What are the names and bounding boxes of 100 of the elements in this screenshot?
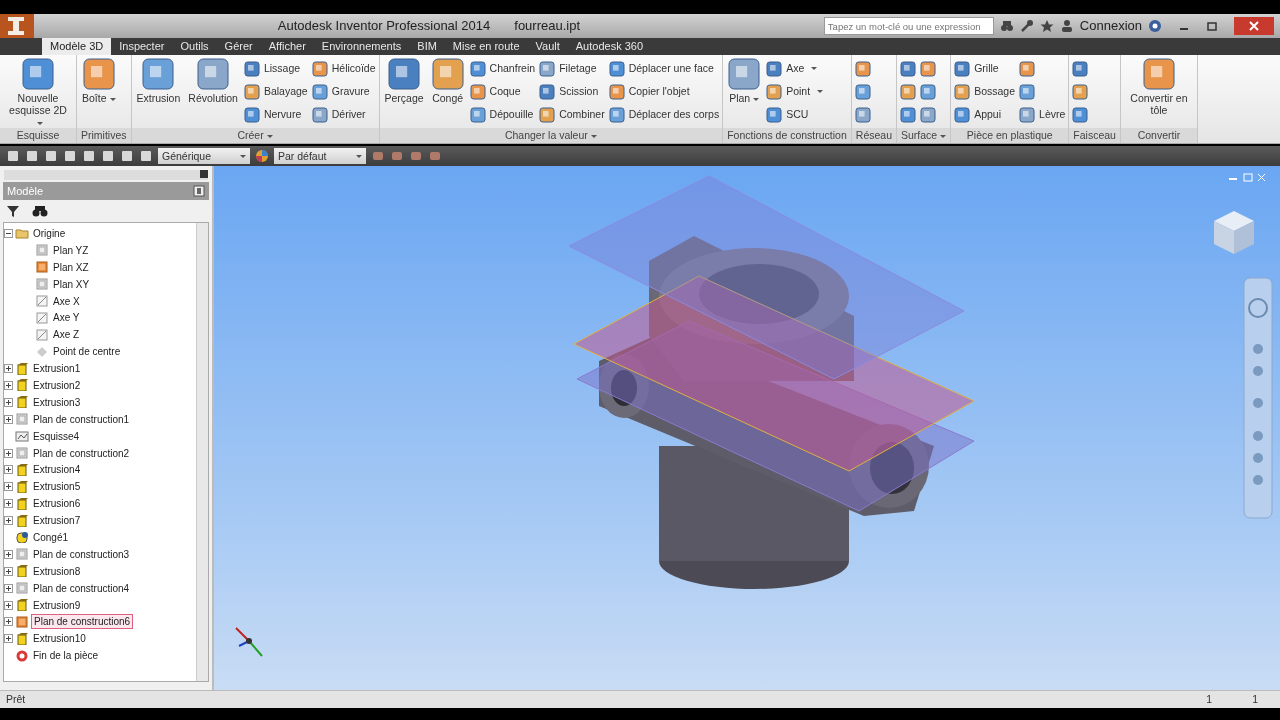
expand-toggle[interactable] [4, 465, 13, 475]
square-button[interactable] [1072, 83, 1089, 100]
restore-icon[interactable] [1206, 20, 1218, 32]
filter-icon[interactable] [6, 204, 20, 218]
ribbon-button[interactable]: Déplacer une face [608, 59, 720, 78]
ribbon-button[interactable]: Filetage [539, 59, 605, 78]
ribbon-tab[interactable]: Environnements [313, 38, 410, 55]
ribbon-button[interactable]: Plan [726, 58, 763, 104]
expand-toggle[interactable] [4, 448, 13, 458]
ribbon-tab[interactable]: Autodesk 360 [567, 38, 652, 55]
expand-toggle[interactable] [4, 364, 13, 374]
square-button[interactable] [900, 106, 916, 123]
tree-item[interactable]: Extrusion8 [31, 564, 83, 578]
expand-toggle[interactable] [4, 583, 13, 593]
wrench-icon[interactable] [1019, 19, 1034, 33]
ribbon-tab[interactable]: Outils [172, 38, 217, 55]
tree-item[interactable]: Esquisse4 [31, 429, 82, 443]
tree-item[interactable]: Plan XY [51, 277, 92, 291]
square-button[interactable] [1072, 106, 1089, 123]
ribbon-button[interactable]: Hélicoïde [311, 59, 376, 78]
square-button[interactable] [920, 106, 936, 123]
expand-toggle[interactable] [4, 482, 13, 492]
expand-toggle[interactable] [4, 600, 13, 610]
ribbon-tab[interactable]: Gérer [216, 38, 261, 55]
square-button[interactable] [854, 106, 871, 123]
square-button[interactable] [920, 60, 936, 77]
star-icon[interactable] [1039, 19, 1054, 33]
expand-toggle[interactable] [4, 566, 13, 576]
ribbon-button[interactable]: Nouvelle esquisse 2D [3, 58, 73, 128]
expand-toggle[interactable] [4, 516, 13, 526]
ribbon-tab[interactable]: Mise en route [444, 38, 528, 55]
ribbon-button[interactable]: Déplacer des corps [608, 105, 720, 124]
tree-item[interactable]: Axe Z [51, 328, 82, 342]
tree-item[interactable]: Extrusion4 [31, 463, 83, 477]
tree-item[interactable]: Point de centre [51, 345, 123, 359]
tree-item[interactable]: Congé1 [31, 530, 71, 544]
tree-item[interactable]: Plan YZ [51, 243, 91, 257]
square-button[interactable] [1072, 60, 1089, 77]
ribbon-button[interactable]: Extrusion [134, 58, 183, 104]
ribbon-button[interactable]: Chanfrein [469, 59, 536, 78]
tree-item[interactable]: Plan de construction6 [31, 614, 134, 630]
ribbon-tab[interactable]: Afficher [260, 38, 314, 55]
expand-toggle[interactable] [4, 499, 13, 509]
square-button[interactable] [920, 83, 936, 100]
ribbon-button[interactable]: Lissage [243, 59, 308, 78]
tree-item[interactable]: Plan de construction3 [31, 547, 132, 561]
ribbon-button[interactable]: Boîte [80, 58, 118, 104]
tree-item[interactable]: Extrusion6 [31, 497, 83, 511]
ribbon-button[interactable]: Combiner [539, 105, 605, 124]
ribbon-button[interactable]: Copier l'objet [608, 82, 720, 101]
ribbon-button[interactable]: Perçage [382, 58, 426, 104]
help-icon[interactable] [1148, 19, 1164, 33]
tree-item[interactable]: Axe X [51, 294, 82, 308]
tree-item[interactable]: Fin de la pièce [31, 649, 101, 663]
color-wheel-icon[interactable] [255, 149, 269, 163]
tree-item[interactable]: Extrusion2 [31, 378, 83, 392]
expand-toggle[interactable] [4, 549, 13, 559]
expand-toggle[interactable] [4, 414, 13, 424]
ribbon-button[interactable]: Dériver [311, 105, 376, 124]
tree-item[interactable]: Extrusion10 [31, 632, 88, 646]
ribbon-tab[interactable]: Modèle 3D [42, 38, 112, 55]
square-button[interactable] [854, 60, 871, 77]
ribbon-button[interactable]: Axe [766, 59, 824, 78]
ribbon-button[interactable]: Lèvre [1019, 105, 1066, 124]
expand-toggle[interactable] [4, 617, 13, 627]
search-field[interactable]: Tapez un mot-clé ou une expression [823, 17, 994, 35]
ribbon-button[interactable]: Révolution [186, 58, 240, 104]
ribbon-button[interactable]: Grille [954, 59, 1016, 78]
tree-item[interactable]: Extrusion3 [31, 395, 83, 409]
panel-icon[interactable] [193, 185, 205, 197]
material-dropdown[interactable]: Générique [158, 148, 250, 164]
ribbon-button[interactable]: SCU [766, 105, 824, 124]
ribbon-button[interactable]: Coque [469, 82, 536, 101]
ribbon-button[interactable]: Point [766, 82, 824, 101]
expand-toggle[interactable] [4, 634, 13, 644]
tree-item[interactable]: Plan de construction2 [31, 446, 132, 460]
appearance-dropdown[interactable]: Par défaut [274, 148, 366, 164]
ribbon-tab[interactable]: Inspecter [111, 38, 173, 55]
square-button[interactable] [900, 60, 916, 77]
ribbon-button[interactable]: Convertir en tôle [1123, 58, 1194, 116]
binoculars-icon[interactable] [999, 19, 1014, 33]
tree-item[interactable]: Extrusion9 [31, 598, 83, 612]
tree-item[interactable]: Extrusion7 [31, 514, 83, 528]
tree-item[interactable]: Plan de construction1 [31, 412, 132, 426]
ribbon-button[interactable]: Balayage [243, 82, 308, 101]
tree-item[interactable]: Axe Y [51, 311, 82, 325]
tree-item[interactable]: Plan XZ [51, 260, 91, 274]
ribbon-button[interactable]: Dépouille [469, 105, 536, 124]
sign-in-link[interactable]: Connexion [1079, 16, 1142, 36]
close-button[interactable] [1234, 17, 1274, 35]
ribbon-button[interactable]: Bossage [954, 82, 1016, 101]
collapse-toggle[interactable] [4, 228, 13, 238]
ribbon-tab[interactable]: Vault [527, 38, 568, 55]
ribbon-button[interactable]: Appui [954, 105, 1016, 124]
scrollbar[interactable] [196, 223, 208, 681]
ribbon-tab[interactable]: BIM [409, 38, 445, 55]
ribbon-button[interactable]: Scission [539, 82, 605, 101]
square-button[interactable] [854, 83, 871, 100]
tree-item[interactable]: Extrusion5 [31, 480, 83, 494]
square-button[interactable] [1019, 83, 1036, 100]
